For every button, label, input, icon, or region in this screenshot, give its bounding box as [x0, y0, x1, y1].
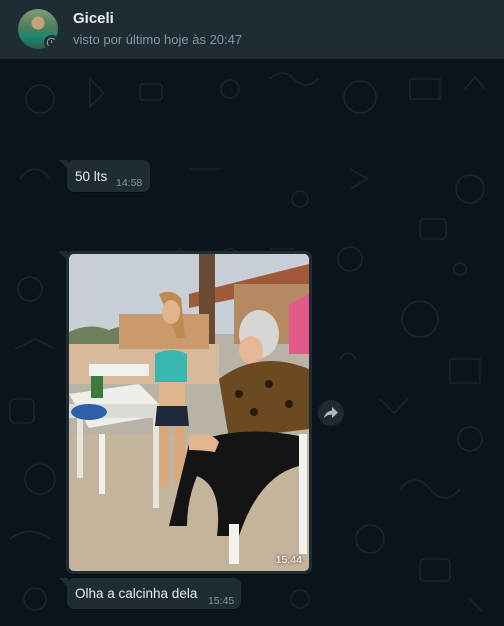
last-seen-status: visto por último hoje às 20:47 — [73, 32, 243, 47]
message-text: Olha a calcinha dela — [75, 586, 198, 601]
bubble-tail — [59, 160, 68, 169]
forward-button[interactable] — [318, 400, 344, 426]
status-clock-icon — [44, 35, 58, 49]
message-bubble-incoming[interactable]: Olha a calcinha dela 15:45 — [59, 578, 241, 609]
photo-timestamp: 15:44 — [275, 554, 302, 566]
message-time: 15:45 — [208, 595, 235, 607]
forward-arrow-icon — [324, 407, 338, 419]
message-time: 14:58 — [116, 177, 143, 189]
chat-header[interactable]: Giceli visto por último hoje às 20:47 — [0, 0, 504, 59]
contact-name[interactable]: Giceli — [73, 10, 114, 27]
image-message-bubble[interactable]: 15:44 — [58, 251, 312, 574]
bubble-tail — [59, 578, 68, 587]
bubble-tail — [58, 251, 67, 260]
contact-avatar[interactable] — [18, 9, 58, 49]
message-text: 50 lts — [75, 169, 108, 184]
message-photo[interactable]: 15:44 — [69, 254, 309, 571]
message-bubble-incoming[interactable]: 50 lts 14:58 — [59, 160, 150, 192]
